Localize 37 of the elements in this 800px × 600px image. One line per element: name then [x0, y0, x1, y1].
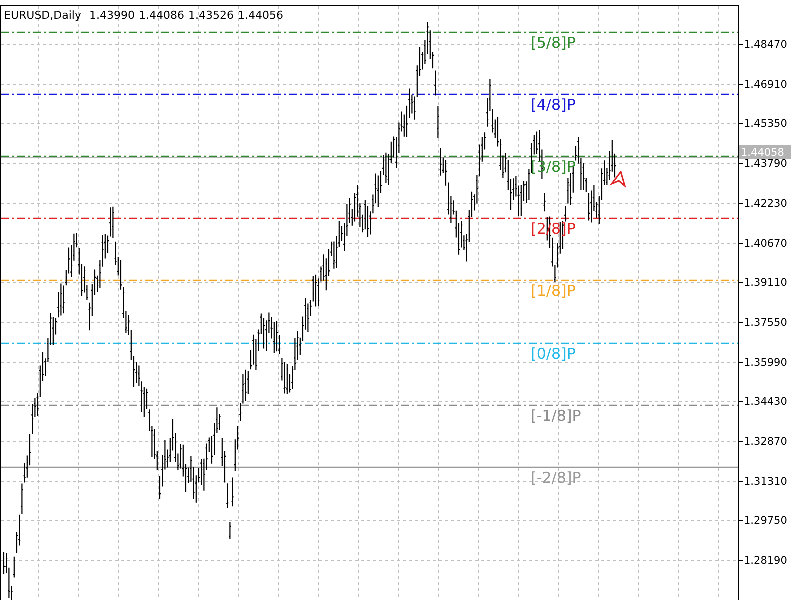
- axis-tick: [738, 44, 744, 45]
- price-axis-label: 1.34430: [744, 396, 788, 408]
- axis-tick: [738, 282, 744, 283]
- axis-tick: [738, 362, 744, 363]
- axis-tick: [738, 520, 744, 521]
- level-label: [4/8]P: [531, 96, 576, 114]
- level-label: [0/8]P: [531, 345, 576, 363]
- level-label: [-1/8]P: [531, 407, 582, 425]
- chart-header: EURUSD,Daily 1.43990 1.44086 1.43526 1.44056: [4, 9, 284, 22]
- level-label: [-2/8]P: [531, 469, 582, 487]
- current-price-tag: 1.44058: [739, 145, 791, 159]
- axis-tick: [738, 163, 744, 164]
- axis-tick: [738, 203, 744, 204]
- axis-tick: [738, 441, 744, 442]
- arrow-icon: [610, 170, 626, 188]
- level-label: [5/8]P: [531, 34, 576, 52]
- price-axis-label: 1.39110: [744, 277, 788, 289]
- price-axis-label: 1.28190: [744, 555, 788, 567]
- price-axis-label: 1.35990: [744, 357, 788, 369]
- axis-tick: [738, 123, 744, 124]
- price-axis-label: 1.48470: [744, 39, 788, 51]
- price-axis-label: 1.32870: [744, 436, 788, 448]
- price-axis-label: 1.42230: [744, 198, 788, 210]
- axis-tick: [738, 84, 744, 85]
- price-axis-label: 1.43790: [744, 158, 788, 170]
- axis-tick: [738, 401, 744, 402]
- price-axis-label: 1.29750: [744, 515, 788, 527]
- price-axis-label: 1.31310: [744, 476, 788, 488]
- price-axis-label: 1.45350: [744, 118, 788, 130]
- axis-tick: [738, 243, 744, 244]
- price-axis-label: 1.46910: [744, 79, 788, 91]
- axis-tick: [738, 481, 744, 482]
- price-axis-label: 1.40670: [744, 238, 788, 250]
- axis-tick: [738, 322, 744, 323]
- axis-tick: [738, 560, 744, 561]
- level-label: [1/8]P: [531, 282, 576, 300]
- price-axis-label: 1.37550: [744, 317, 788, 329]
